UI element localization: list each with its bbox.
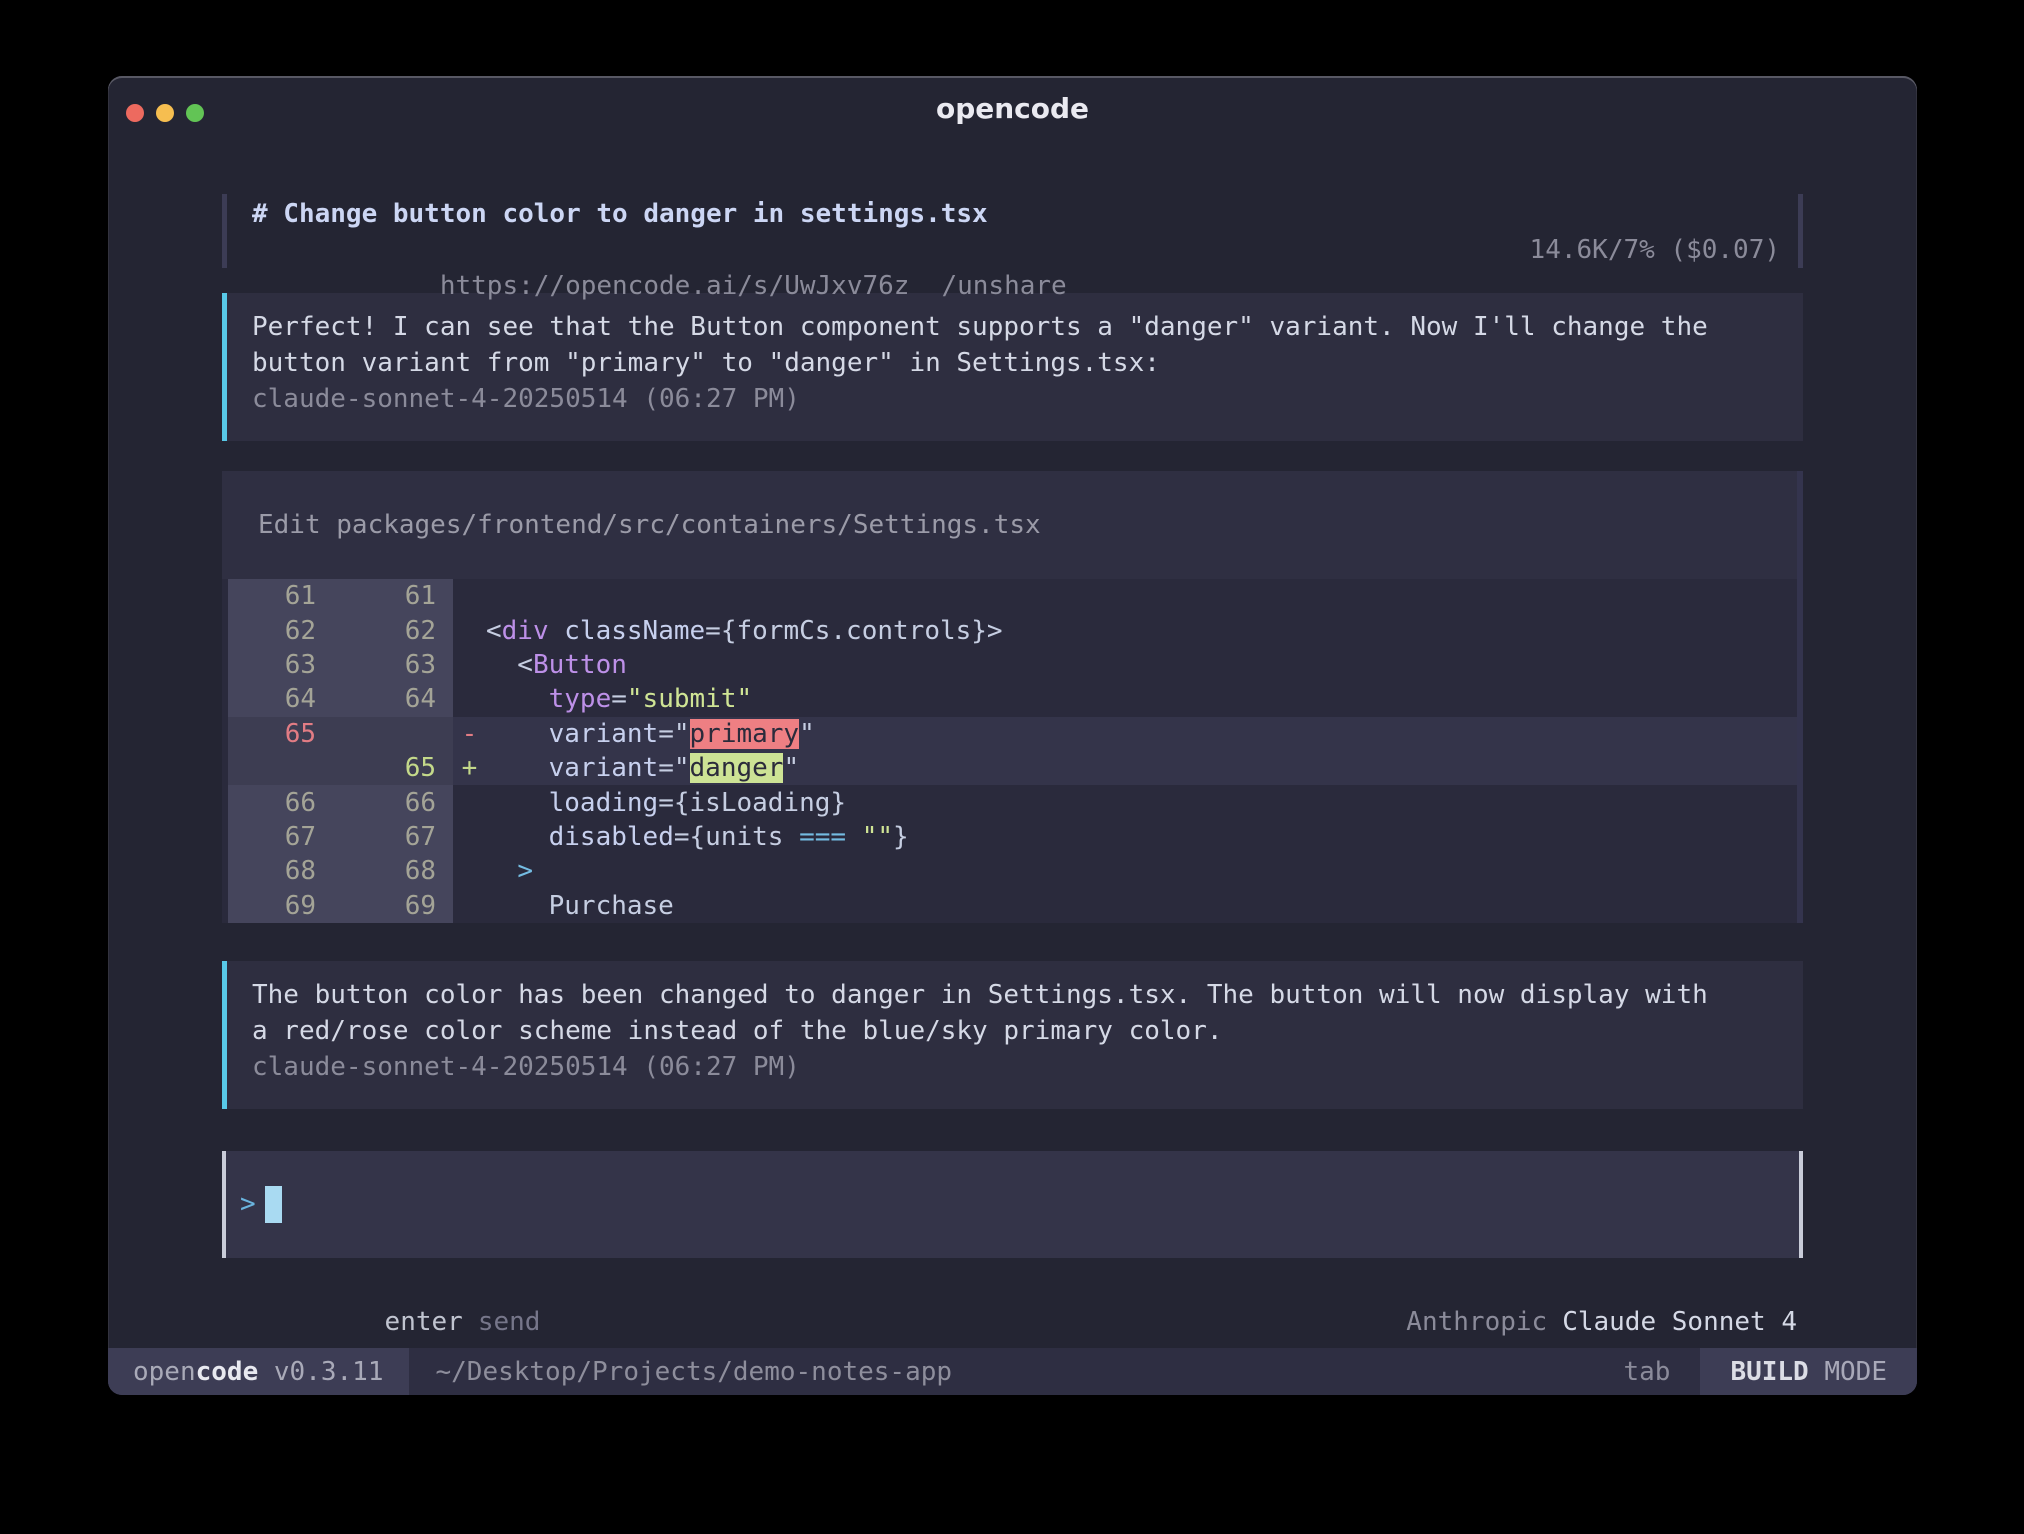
line-number-gutter: 6161 xyxy=(228,579,453,613)
app-name-code: code xyxy=(196,1357,259,1387)
titlebar: opencode xyxy=(108,76,1917,134)
status-bar: opencode v0.3.11 ~/Desktop/Projects/demo… xyxy=(108,1348,1917,1395)
edit-tool-title: Edit packages/frontend/src/containers/Se… xyxy=(222,471,1803,579)
code-line: <div className={formCs.controls}> xyxy=(486,616,1003,646)
assistant-message-meta: claude-sonnet-4-20250514 (06:27 PM) xyxy=(252,381,1773,417)
code-line: Purchase xyxy=(486,891,674,921)
unshare-command[interactable]: /unshare xyxy=(941,271,1066,301)
code-line: <Button xyxy=(486,650,627,680)
line-number-gutter: 6666 xyxy=(228,785,453,819)
session-content: # Change button color to danger in setti… xyxy=(222,194,1803,1376)
diff-row: 6767 disabled={units === ""} xyxy=(228,820,1803,854)
diff-scrollbar[interactable] xyxy=(1797,471,1803,923)
working-directory: ~/Desktop/Projects/demo-notes-app xyxy=(409,1357,952,1387)
app-version: v0.3.11 xyxy=(258,1357,383,1387)
app-name-open: open xyxy=(133,1357,196,1387)
assistant-message-text: Perfect! I can see that the Button compo… xyxy=(252,309,1712,381)
mode-word-label: MODE xyxy=(1809,1357,1887,1387)
model-label: Claude Sonnet 4 xyxy=(1562,1307,1797,1337)
desktop: opencode # Change button color to danger… xyxy=(0,0,2024,1534)
diff-row: 6262 <div className={formCs.controls}> xyxy=(228,613,1803,647)
diff-row: 6464 type="submit" xyxy=(228,682,1803,716)
code-line: disabled={units === ""} xyxy=(486,822,909,852)
diff-row: 6969 Purchase xyxy=(228,889,1803,923)
diff-marker: - xyxy=(453,719,486,749)
session-header: # Change button color to danger in setti… xyxy=(222,194,1803,268)
diff-row: 6363 <Button xyxy=(228,648,1803,682)
prompt-input[interactable]: > xyxy=(222,1151,1803,1258)
assistant-message-meta: claude-sonnet-4-20250514 (06:27 PM) xyxy=(252,1049,1773,1085)
tab-key-hint: tab xyxy=(1623,1357,1700,1387)
line-number-gutter: 6767 xyxy=(228,820,453,854)
code-line: type="submit" xyxy=(486,684,752,714)
enter-key-label: enter xyxy=(385,1307,463,1337)
line-number-gutter: 6868 xyxy=(228,854,453,888)
provider-label: Anthropic xyxy=(1406,1307,1547,1337)
code-line: variant="primary" xyxy=(486,719,815,749)
line-number-gutter: 6262 xyxy=(228,613,453,647)
code-line: > xyxy=(486,856,533,886)
assistant-message: Perfect! I can see that the Button compo… xyxy=(222,293,1803,441)
share-url[interactable]: https://opencode.ai/s/UwJxv76z xyxy=(440,271,910,301)
line-number-gutter: 6969 xyxy=(228,889,453,923)
window-title: opencode xyxy=(108,92,1917,125)
code-line: loading={isLoading} xyxy=(486,788,846,818)
app-version-segment: opencode v0.3.11 xyxy=(108,1348,409,1395)
opencode-window: opencode # Change button color to danger… xyxy=(108,76,1917,1395)
session-title: # Change button color to danger in setti… xyxy=(252,196,1067,232)
line-number-gutter: 6363 xyxy=(228,648,453,682)
diff-row: 65+ variant="danger" xyxy=(228,751,1803,785)
diff-marker: + xyxy=(453,753,486,783)
edit-tool-panel: Edit packages/frontend/src/containers/Se… xyxy=(222,471,1803,923)
code-line: variant="danger" xyxy=(486,753,799,783)
line-number-gutter: 65 xyxy=(228,751,453,785)
diff-row: 6666 loading={isLoading} xyxy=(228,785,1803,819)
line-number-gutter: 65 xyxy=(228,717,453,751)
diff-row: 6868 > xyxy=(228,854,1803,888)
token-usage: 14.6K/7% ($0.07) xyxy=(1530,232,1780,268)
assistant-message-text: The button color has been changed to dan… xyxy=(252,977,1712,1049)
diff-row: 6161 xyxy=(228,579,1803,613)
text-cursor xyxy=(265,1186,282,1223)
assistant-message: The button color has been changed to dan… xyxy=(222,961,1803,1109)
enter-action-label: send xyxy=(478,1307,541,1337)
line-number-gutter: 6464 xyxy=(228,682,453,716)
mode-build-label: BUILD xyxy=(1730,1357,1808,1387)
diff-view: 61616262 <div className={formCs.controls}… xyxy=(222,579,1803,923)
mode-segment[interactable]: BUILD MODE xyxy=(1700,1348,1917,1395)
diff-row: 65- variant="primary" xyxy=(228,717,1803,751)
prompt-chevron-icon: > xyxy=(240,1189,256,1219)
